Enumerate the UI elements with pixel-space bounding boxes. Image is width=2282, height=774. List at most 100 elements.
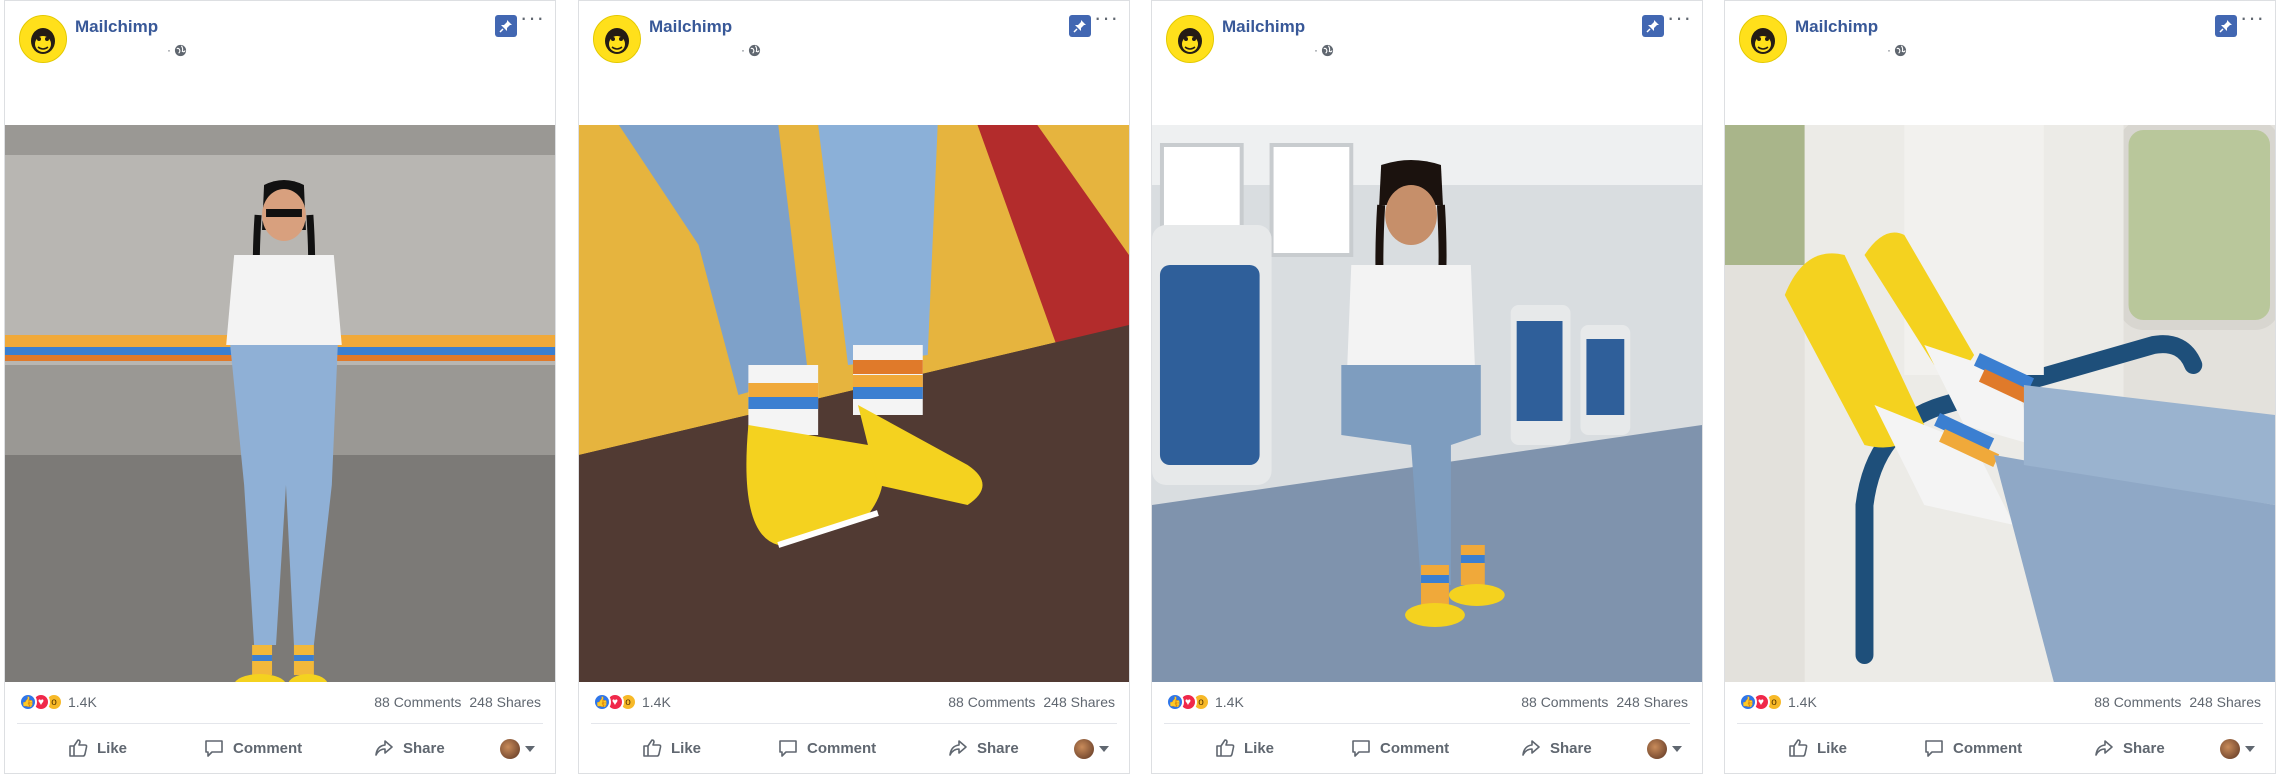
pin-icon[interactable]	[1642, 15, 1664, 37]
engagement-counts: 88 Comments 248 Shares	[2094, 694, 2261, 710]
page-name-link[interactable]: Mailchimp	[1222, 17, 1305, 37]
divider	[591, 723, 1117, 724]
comments-count-link[interactable]: 88 Comments	[948, 694, 1035, 710]
share-button[interactable]: Share	[2093, 737, 2165, 759]
avatar	[1074, 739, 1094, 759]
comment-icon	[779, 740, 797, 757]
page-name-link[interactable]: Mailchimp	[649, 17, 732, 37]
post-card-1: Mailchimp · ··· 👍 ♥ o 1.4K 88 Comments 2…	[4, 0, 556, 774]
caret-down-icon	[1672, 746, 1682, 752]
thumbs-up-icon	[69, 739, 88, 757]
page-avatar[interactable]	[19, 15, 67, 63]
more-icon[interactable]: ···	[1094, 7, 1119, 29]
comments-count-link[interactable]: 88 Comments	[1521, 694, 1608, 710]
share-label: Share	[977, 739, 1019, 757]
share-icon	[1522, 740, 1540, 756]
like-button[interactable]: Like	[641, 737, 701, 759]
page-name-link[interactable]: Mailchimp	[1795, 17, 1878, 37]
engagement-counts: 88 Comments 248 Shares	[948, 694, 1115, 710]
post-photo[interactable]	[1152, 125, 1702, 682]
post-meta: ·	[167, 43, 187, 57]
reaction-count: 1.4K	[68, 694, 97, 710]
post-photo[interactable]	[1725, 125, 2275, 682]
engagement-counts: 88 Comments 248 Shares	[1521, 694, 1688, 710]
mailchimp-logo-icon	[20, 16, 66, 62]
share-button[interactable]: Share	[947, 737, 1019, 759]
shares-count-link[interactable]: 248 Shares	[469, 694, 541, 710]
comments-count-link[interactable]: 88 Comments	[374, 694, 461, 710]
meta-separator: ·	[1314, 43, 1318, 57]
shares-count-link[interactable]: 248 Shares	[1616, 694, 1688, 710]
pin-icon[interactable]	[495, 15, 517, 37]
more-icon[interactable]: ···	[2240, 7, 2265, 29]
post-photo[interactable]	[579, 125, 1129, 682]
post-header: Mailchimp · ···	[1152, 1, 1702, 125]
like-reaction-icon: 👍	[1166, 693, 1184, 711]
share-icon	[949, 740, 967, 756]
caret-down-icon	[2245, 746, 2255, 752]
comment-button[interactable]: Comment	[1923, 737, 2022, 759]
like-button[interactable]: Like	[67, 737, 127, 759]
share-icon	[375, 740, 393, 756]
pin-icon[interactable]	[2215, 15, 2237, 37]
globe-icon	[1321, 44, 1334, 56]
action-bar: Like Comment Share	[1725, 729, 2275, 769]
page-avatar[interactable]	[1739, 15, 1787, 63]
mailchimp-logo-icon	[1167, 16, 1213, 62]
globe-icon	[748, 44, 761, 56]
avatar	[2220, 739, 2240, 759]
globe-icon	[174, 44, 187, 56]
share-label: Share	[1550, 739, 1592, 757]
comment-label: Comment	[807, 739, 877, 757]
post-header: Mailchimp · ···	[579, 1, 1129, 125]
post-card-2: Mailchimp · ··· 👍 ♥ o 1.4K 88 Comments 2…	[578, 0, 1130, 774]
comment-icon	[1925, 740, 1943, 757]
post-photo[interactable]	[5, 125, 555, 682]
caret-down-icon	[1099, 746, 1109, 752]
more-icon[interactable]: ···	[520, 7, 545, 29]
shares-count-link[interactable]: 248 Shares	[1043, 694, 1115, 710]
comment-icon	[205, 740, 223, 757]
pin-icon[interactable]	[1069, 15, 1091, 37]
post-stats: 👍 ♥ o 1.4K 88 Comments 248 Shares	[579, 684, 1129, 718]
reaction-summary[interactable]: 👍 ♥ o 1.4K	[1739, 693, 1817, 711]
reaction-count: 1.4K	[642, 694, 671, 710]
post-as-selector[interactable]	[2220, 739, 2255, 759]
divider	[17, 723, 543, 724]
post-as-selector[interactable]	[1647, 739, 1682, 759]
thumbs-up-icon	[1216, 739, 1235, 757]
comment-button[interactable]: Comment	[203, 737, 302, 759]
share-label: Share	[2123, 739, 2165, 757]
page-avatar[interactable]	[593, 15, 641, 63]
page-avatar[interactable]	[1166, 15, 1214, 63]
caret-down-icon	[525, 746, 535, 752]
reaction-summary[interactable]: 👍 ♥ o 1.4K	[19, 693, 97, 711]
more-icon[interactable]: ···	[1667, 7, 1692, 29]
like-button[interactable]: Like	[1214, 737, 1274, 759]
action-bar: Like Comment Share	[5, 729, 555, 769]
like-reaction-icon: 👍	[593, 693, 611, 711]
reaction-summary[interactable]: 👍 ♥ o 1.4K	[1166, 693, 1244, 711]
reaction-count: 1.4K	[1788, 694, 1817, 710]
page-name-link[interactable]: Mailchimp	[75, 17, 158, 37]
post-stats: 👍 ♥ o 1.4K 88 Comments 248 Shares	[1725, 684, 2275, 718]
comment-button[interactable]: Comment	[1350, 737, 1449, 759]
share-button[interactable]: Share	[373, 737, 445, 759]
avatar	[1647, 739, 1667, 759]
post-header: Mailchimp · ···	[1725, 1, 2275, 125]
action-bar: Like Comment Share	[1152, 729, 1702, 769]
like-button[interactable]: Like	[1787, 737, 1847, 759]
meta-separator: ·	[167, 43, 171, 57]
avatar	[500, 739, 520, 759]
post-as-selector[interactable]	[500, 739, 535, 759]
post-as-selector[interactable]	[1074, 739, 1109, 759]
engagement-counts: 88 Comments 248 Shares	[374, 694, 541, 710]
shares-count-link[interactable]: 248 Shares	[2189, 694, 2261, 710]
comment-icon	[1352, 740, 1370, 757]
meta-separator: ·	[1887, 43, 1891, 57]
comment-button[interactable]: Comment	[777, 737, 876, 759]
mailchimp-logo-icon	[1740, 16, 1786, 62]
share-button[interactable]: Share	[1520, 737, 1592, 759]
comments-count-link[interactable]: 88 Comments	[2094, 694, 2181, 710]
reaction-summary[interactable]: 👍 ♥ o 1.4K	[593, 693, 671, 711]
